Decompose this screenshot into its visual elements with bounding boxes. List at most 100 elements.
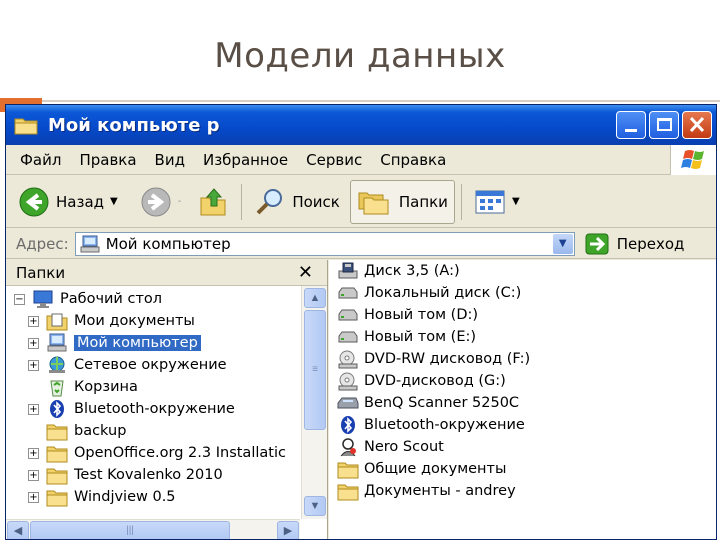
scanner-icon: [337, 397, 359, 409]
views-button[interactable]: ▼: [468, 180, 526, 224]
item-label: Диск 3,5 (A:): [364, 263, 460, 279]
title-bar[interactable]: Мой компьюте р: [6, 105, 716, 145]
menu-file[interactable]: Файл: [20, 151, 61, 169]
tree-item-my-computer[interactable]: + Мой компьютер: [28, 332, 201, 354]
forward-button[interactable]: -: [134, 180, 188, 224]
item-label: DVD-RW дисковод (F:): [364, 351, 531, 367]
up-button[interactable]: [193, 180, 235, 224]
recycle-bin-icon: [50, 380, 64, 397]
tree-item-backup[interactable]: backup: [46, 420, 126, 442]
item-label: Новый том (E:): [364, 329, 477, 345]
collapse-icon[interactable]: −: [14, 293, 25, 305]
expand-icon[interactable]: +: [28, 337, 39, 349]
scroll-left-icon[interactable]: ◀: [7, 521, 29, 539]
address-bar: Адрес: Мой компьютер ▼ Переход: [6, 229, 716, 259]
dvd-drive-icon: [338, 372, 358, 391]
scroll-thumb[interactable]: ≡: [304, 310, 326, 430]
search-icon: [256, 188, 283, 214]
menu-view[interactable]: Вид: [155, 151, 185, 169]
drive-item-f[interactable]: DVD-RW дисковод (F:): [337, 348, 530, 370]
tree-item-test-kovalenko[interactable]: + Test Kovalenko 2010: [28, 464, 223, 486]
scroll-thumb[interactable]: |||: [30, 521, 230, 539]
expand-icon[interactable]: +: [28, 315, 39, 327]
hard-disk-icon: [338, 287, 358, 299]
folder-icon: [46, 446, 68, 463]
drive-item-g[interactable]: DVD-дисковод (G:): [337, 370, 506, 392]
tree-item-label: Bluetooth-окружение: [74, 401, 235, 417]
folders-button[interactable]: Папки: [349, 179, 455, 224]
address-field[interactable]: Мой компьютер ▼: [74, 231, 575, 256]
expand-icon[interactable]: +: [28, 447, 39, 459]
device-item-bluetooth[interactable]: Bluetooth-окружение: [337, 414, 525, 436]
tree-item-desktop[interactable]: − Рабочий стол: [14, 288, 162, 310]
search-label: Поиск: [292, 192, 340, 211]
my-computer-icon: [80, 235, 100, 252]
back-arrow-icon: [19, 187, 49, 216]
folders-pane: Папки ✕ − Рабочий стол + Мои документы +…: [6, 260, 328, 539]
content-pane: Диск 3,5 (A:) Локальный диск (C:) Новый …: [329, 260, 716, 539]
item-label: Документы - andrey: [364, 483, 516, 499]
app-item-nero-scout[interactable]: Nero Scout: [337, 436, 444, 458]
drive-item-e[interactable]: Новый том (E:): [337, 326, 476, 348]
go-label: Переход: [616, 234, 685, 253]
expand-icon[interactable]: +: [28, 491, 39, 503]
menu-help[interactable]: Справка: [380, 151, 446, 169]
folders-pane-header: Папки ✕: [6, 260, 327, 286]
horizontal-scrollbar[interactable]: ◀ ||| ▶: [6, 519, 300, 539]
folder-item-shared-docs[interactable]: Общие документы: [337, 458, 506, 480]
go-button[interactable]: Переход: [585, 233, 685, 255]
menu-tools[interactable]: Сервис: [306, 151, 362, 169]
scroll-down-icon[interactable]: ▼: [304, 496, 326, 516]
folder-item-andrey-docs[interactable]: Документы - andrey: [337, 480, 516, 502]
slide-divider: [0, 100, 720, 102]
close-icon[interactable]: ✕: [298, 262, 313, 283]
search-button[interactable]: Поиск: [248, 180, 346, 224]
toolbar-separator: [460, 183, 462, 220]
bluetooth-icon: [50, 400, 64, 418]
floppy-drive-icon: [338, 262, 358, 279]
tree-item-label: Рабочий стол: [60, 291, 163, 307]
scroll-up-icon[interactable]: ▲: [304, 288, 326, 308]
vertical-scrollbar[interactable]: ▲ ≡ ▼: [301, 286, 327, 519]
folder-icon: [46, 490, 68, 507]
expand-icon[interactable]: +: [28, 359, 39, 371]
tree-item-label: Корзина: [74, 379, 138, 395]
drive-item-floppy[interactable]: Диск 3,5 (A:): [337, 260, 460, 282]
maximize-button[interactable]: [649, 111, 679, 139]
forward-dropdown-icon[interactable]: -: [178, 196, 182, 207]
toolbar-separator: [241, 183, 243, 220]
tree-item-bluetooth[interactable]: + Bluetooth-окружение: [28, 398, 235, 420]
tree-item-openoffice[interactable]: + OpenOffice.org 2.3 Installatic: [28, 442, 286, 464]
tree-item-label: backup: [74, 423, 127, 439]
forward-arrow-icon: [141, 187, 171, 216]
expand-icon[interactable]: +: [28, 469, 39, 481]
close-icon: [689, 116, 705, 133]
my-computer-icon: [47, 333, 67, 352]
item-label: Bluetooth-окружение: [364, 417, 525, 433]
minimize-button[interactable]: [616, 111, 646, 139]
tree-item-recycle-bin[interactable]: Корзина: [46, 376, 138, 398]
explorer-window: Мой компьюте р Файл Правка Вид Избранное…: [5, 104, 717, 540]
tree-item-windjview[interactable]: + Windjview 0.5: [28, 486, 176, 508]
tree-item-my-documents[interactable]: + Мои документы: [28, 310, 195, 332]
tree-item-label: Test Kovalenko 2010: [74, 467, 223, 483]
address-dropdown-icon[interactable]: ▼: [552, 233, 573, 254]
drive-item-d[interactable]: Новый том (D:): [337, 304, 478, 326]
device-item-scanner[interactable]: BenQ Scanner 5250C: [337, 392, 519, 414]
go-arrow-icon: [585, 233, 609, 254]
tree-item-network[interactable]: + Сетевое окружение: [28, 354, 227, 376]
views-dropdown-icon[interactable]: ▼: [512, 196, 520, 207]
nero-scout-icon: [340, 438, 356, 457]
menu-edit[interactable]: Правка: [79, 151, 136, 169]
scroll-right-icon[interactable]: ▶: [277, 521, 299, 539]
close-button[interactable]: [682, 111, 712, 139]
back-dropdown-icon[interactable]: ▼: [110, 196, 118, 207]
drive-item-c[interactable]: Локальный диск (C:): [337, 282, 521, 304]
menu-favorites[interactable]: Избранное: [203, 151, 288, 169]
tree-item-label: Windjview 0.5: [74, 489, 176, 505]
item-label: BenQ Scanner 5250C: [364, 395, 520, 411]
expand-icon[interactable]: +: [28, 403, 39, 415]
hard-disk-icon: [338, 309, 358, 321]
folder-tree: − Рабочий стол + Мои документы + Мой ком…: [6, 286, 300, 519]
back-button[interactable]: Назад ▼: [12, 180, 124, 224]
